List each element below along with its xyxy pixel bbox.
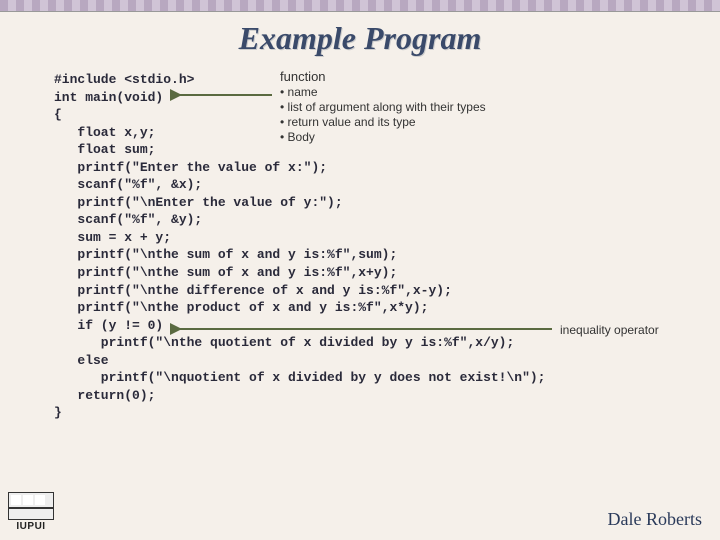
logo-text: IUPUI bbox=[8, 521, 54, 532]
annotation-heading: function bbox=[280, 69, 580, 85]
inequality-annotation: inequality operator bbox=[560, 323, 720, 338]
decorative-top-border bbox=[0, 0, 720, 12]
annotation-bullet: • Body bbox=[280, 130, 580, 145]
annotation-bullet: • return value and its type bbox=[280, 115, 580, 130]
content-area: #include <stdio.h> int main(void) { floa… bbox=[0, 71, 720, 422]
slide-title: Example Program bbox=[0, 20, 720, 57]
logo-graphic bbox=[8, 492, 54, 520]
arrow-to-main bbox=[176, 89, 276, 101]
annotation-bullet: • name bbox=[280, 85, 580, 100]
annotation-bullet: • list of argument along with their type… bbox=[280, 100, 580, 115]
annotation-bullets: • name• list of argument along with thei… bbox=[280, 85, 580, 145]
iupui-logo: IUPUI bbox=[8, 492, 54, 532]
title-area: Example Program bbox=[0, 12, 720, 71]
arrow-to-inequality bbox=[176, 323, 556, 335]
author-credit: Dale Roberts bbox=[608, 509, 702, 530]
function-annotation: function • name• list of argument along … bbox=[280, 69, 580, 145]
